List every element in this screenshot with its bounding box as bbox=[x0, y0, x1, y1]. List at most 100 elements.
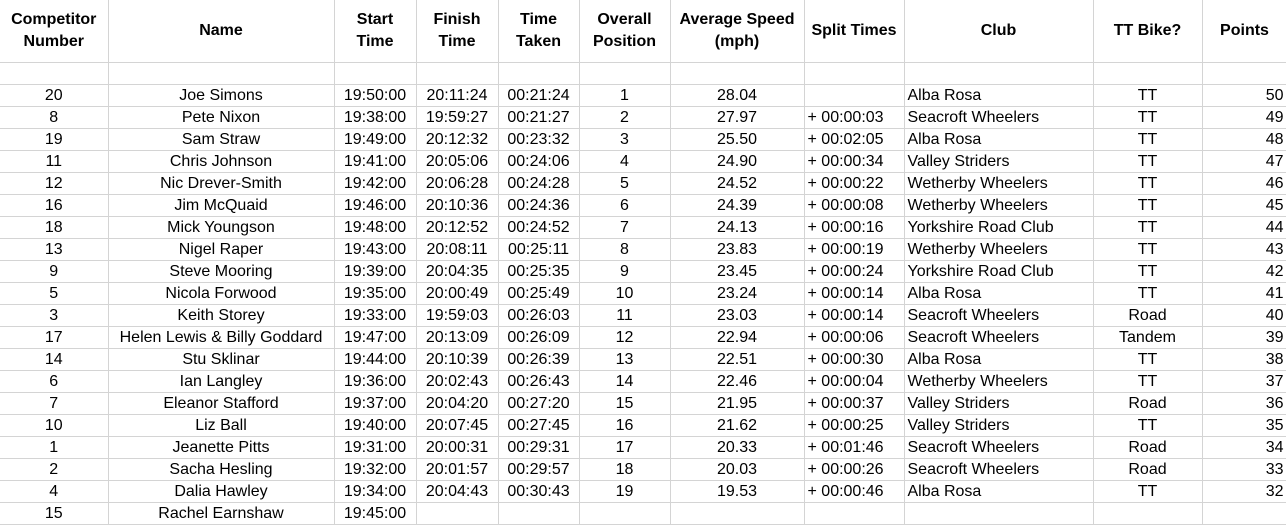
finish-time-cell[interactable]: 20:12:32 bbox=[415, 128, 499, 151]
name-cell[interactable]: Keith Storey bbox=[107, 304, 335, 327]
points-cell[interactable]: 50 bbox=[1201, 84, 1286, 107]
time-taken-cell[interactable]: 00:24:28 bbox=[497, 172, 580, 195]
cell[interactable] bbox=[669, 62, 805, 85]
finish-time-cell[interactable]: 20:10:39 bbox=[415, 348, 499, 371]
points-cell[interactable]: 37 bbox=[1201, 370, 1286, 393]
split-time-cell[interactable]: + 00:00:03 bbox=[803, 106, 905, 129]
average-speed-cell[interactable]: 23.03 bbox=[669, 304, 805, 327]
time-taken-cell[interactable] bbox=[497, 502, 580, 525]
average-speed-cell[interactable]: 22.51 bbox=[669, 348, 805, 371]
finish-time-cell[interactable]: 20:00:31 bbox=[415, 436, 499, 459]
tt-bike-cell[interactable]: Tandem bbox=[1092, 326, 1203, 349]
finish-time-cell[interactable] bbox=[415, 502, 499, 525]
finish-time-cell[interactable]: 20:01:57 bbox=[415, 458, 499, 481]
tt-bike-cell[interactable]: TT bbox=[1092, 194, 1203, 217]
competitor-number-cell[interactable]: 19 bbox=[0, 128, 109, 151]
cell[interactable] bbox=[578, 62, 671, 85]
start-time-cell[interactable]: 19:50:00 bbox=[333, 84, 417, 107]
name-cell[interactable]: Jeanette Pitts bbox=[107, 436, 335, 459]
tt-bike-cell[interactable]: TT bbox=[1092, 348, 1203, 371]
name-cell[interactable]: Sacha Hesling bbox=[107, 458, 335, 481]
position-cell[interactable]: 4 bbox=[578, 150, 671, 173]
points-cell[interactable]: 47 bbox=[1201, 150, 1286, 173]
split-time-cell[interactable]: + 00:00:37 bbox=[803, 392, 905, 415]
split-time-cell[interactable]: + 00:00:25 bbox=[803, 414, 905, 437]
finish-time-cell[interactable]: 20:00:49 bbox=[415, 282, 499, 305]
average-speed-cell[interactable]: 24.90 bbox=[669, 150, 805, 173]
time-taken-cell[interactable]: 00:27:45 bbox=[497, 414, 580, 437]
cell[interactable] bbox=[497, 62, 580, 85]
finish-time-cell[interactable]: 20:04:35 bbox=[415, 260, 499, 283]
average-speed-cell[interactable]: 24.13 bbox=[669, 216, 805, 239]
name-cell[interactable]: Liz Ball bbox=[107, 414, 335, 437]
position-cell[interactable]: 18 bbox=[578, 458, 671, 481]
tt-bike-cell[interactable]: Road bbox=[1092, 392, 1203, 415]
club-cell[interactable]: Valley Striders bbox=[903, 392, 1094, 415]
club-cell[interactable]: Alba Rosa bbox=[903, 282, 1094, 305]
start-time-cell[interactable]: 19:46:00 bbox=[333, 194, 417, 217]
tt-bike-cell[interactable]: TT bbox=[1092, 238, 1203, 261]
tt-bike-cell[interactable]: TT bbox=[1092, 260, 1203, 283]
start-time-cell[interactable]: 19:47:00 bbox=[333, 326, 417, 349]
start-time-cell[interactable]: 19:36:00 bbox=[333, 370, 417, 393]
tt-bike-cell[interactable]: TT bbox=[1092, 106, 1203, 129]
average-speed-cell[interactable]: 22.94 bbox=[669, 326, 805, 349]
finish-time-cell[interactable]: 20:06:28 bbox=[415, 172, 499, 195]
tt-bike-cell[interactable]: TT bbox=[1092, 370, 1203, 393]
time-taken-cell[interactable]: 00:26:03 bbox=[497, 304, 580, 327]
points-cell[interactable]: 33 bbox=[1201, 458, 1286, 481]
club-cell[interactable]: Seacroft Wheelers bbox=[903, 458, 1094, 481]
name-cell[interactable]: Sam Straw bbox=[107, 128, 335, 151]
finish-time-cell[interactable]: 19:59:27 bbox=[415, 106, 499, 129]
tt-bike-cell[interactable]: TT bbox=[1092, 480, 1203, 503]
finish-time-cell[interactable]: 20:02:43 bbox=[415, 370, 499, 393]
start-time-cell[interactable]: 19:42:00 bbox=[333, 172, 417, 195]
split-time-cell[interactable]: + 00:00:22 bbox=[803, 172, 905, 195]
split-time-cell[interactable] bbox=[803, 84, 905, 107]
split-time-cell[interactable]: + 00:02:05 bbox=[803, 128, 905, 151]
tt-bike-cell[interactable]: TT bbox=[1092, 216, 1203, 239]
average-speed-cell[interactable]: 24.52 bbox=[669, 172, 805, 195]
split-time-cell[interactable]: + 00:00:16 bbox=[803, 216, 905, 239]
cell[interactable] bbox=[1092, 62, 1203, 85]
start-time-cell[interactable]: 19:43:00 bbox=[333, 238, 417, 261]
position-cell[interactable]: 17 bbox=[578, 436, 671, 459]
club-cell[interactable]: Seacroft Wheelers bbox=[903, 436, 1094, 459]
name-cell[interactable]: Nic Drever-Smith bbox=[107, 172, 335, 195]
competitor-number-cell[interactable]: 15 bbox=[0, 502, 109, 525]
cell[interactable] bbox=[107, 62, 335, 85]
club-cell[interactable]: Seacroft Wheelers bbox=[903, 304, 1094, 327]
position-cell[interactable]: 15 bbox=[578, 392, 671, 415]
finish-time-cell[interactable]: 20:04:20 bbox=[415, 392, 499, 415]
cell[interactable] bbox=[0, 62, 109, 85]
split-time-cell[interactable]: + 00:00:26 bbox=[803, 458, 905, 481]
tt-bike-cell[interactable]: TT bbox=[1092, 84, 1203, 107]
average-speed-cell[interactable]: 19.53 bbox=[669, 480, 805, 503]
average-speed-cell[interactable] bbox=[669, 502, 805, 525]
finish-time-cell[interactable]: 20:11:24 bbox=[415, 84, 499, 107]
points-cell[interactable]: 39 bbox=[1201, 326, 1286, 349]
club-cell[interactable]: Alba Rosa bbox=[903, 128, 1094, 151]
name-cell[interactable]: Eleanor Stafford bbox=[107, 392, 335, 415]
club-cell[interactable]: Wetherby Wheelers bbox=[903, 172, 1094, 195]
column-header-name[interactable]: Name bbox=[107, 0, 335, 63]
split-time-cell[interactable]: + 00:00:06 bbox=[803, 326, 905, 349]
column-header-club[interactable]: Club bbox=[903, 0, 1094, 63]
name-cell[interactable]: Helen Lewis & Billy Goddard bbox=[107, 326, 335, 349]
time-taken-cell[interactable]: 00:21:27 bbox=[497, 106, 580, 129]
competitor-number-cell[interactable]: 3 bbox=[0, 304, 109, 327]
column-header-average-speed[interactable]: Average Speed (mph) bbox=[669, 0, 805, 63]
average-speed-cell[interactable]: 21.62 bbox=[669, 414, 805, 437]
time-taken-cell[interactable]: 00:26:43 bbox=[497, 370, 580, 393]
cell[interactable] bbox=[903, 62, 1094, 85]
finish-time-cell[interactable]: 20:10:36 bbox=[415, 194, 499, 217]
name-cell[interactable]: Dalia Hawley bbox=[107, 480, 335, 503]
club-cell[interactable]: Yorkshire Road Club bbox=[903, 260, 1094, 283]
time-taken-cell[interactable]: 00:23:32 bbox=[497, 128, 580, 151]
club-cell[interactable]: Alba Rosa bbox=[903, 480, 1094, 503]
finish-time-cell[interactable]: 20:13:09 bbox=[415, 326, 499, 349]
cell[interactable] bbox=[1201, 62, 1286, 85]
split-time-cell[interactable]: + 00:00:19 bbox=[803, 238, 905, 261]
club-cell[interactable]: Valley Striders bbox=[903, 150, 1094, 173]
points-cell[interactable]: 42 bbox=[1201, 260, 1286, 283]
